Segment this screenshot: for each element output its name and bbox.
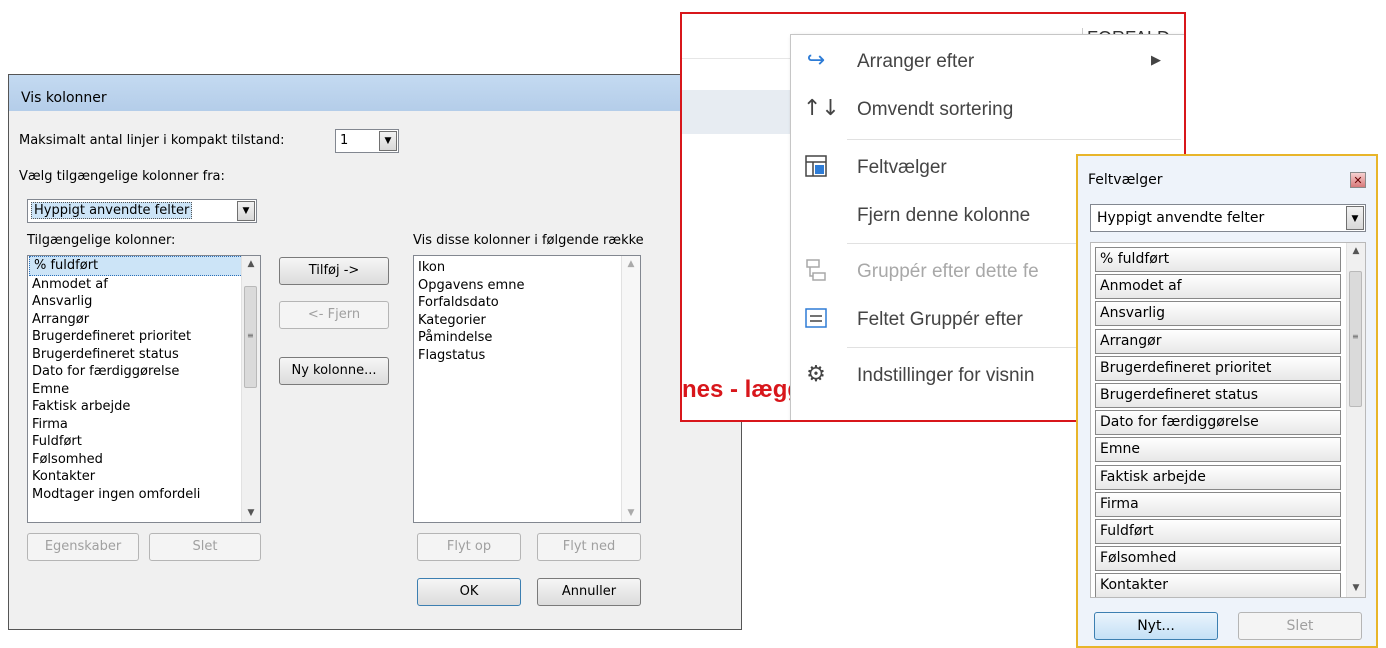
arrange-icon: ↪: [806, 48, 826, 73]
dialog-title: Vis kolonner: [21, 90, 107, 106]
shown-columns-list[interactable]: Ikon Opgavens emne Forfaldsdato Kategorier P…: [413, 255, 641, 523]
list-item[interactable]: Brugerdefineret prioritet: [28, 328, 260, 346]
dialog-titlebar[interactable]: Vis kolonner: [9, 75, 741, 111]
choose-from-select[interactable]: Hyppigt anvendte felter ▼: [27, 199, 257, 223]
group-by-icon: [803, 258, 829, 284]
scroll-up-icon[interactable]: ▲: [1347, 243, 1365, 260]
field-list-scrollbar[interactable]: ▲ ≡ ▼: [1346, 243, 1365, 597]
max-lines-select[interactable]: 1 ▼: [335, 129, 399, 153]
scroll-down-icon[interactable]: ▼: [242, 505, 260, 522]
list-item[interactable]: Emne: [28, 381, 260, 399]
show-columns-dialog: Vis kolonner Maksimalt antal linjer i ko…: [8, 74, 742, 630]
list-item[interactable]: Dato for færdiggørelse: [28, 363, 260, 381]
menu-item-label: Fjern denne kolonne: [857, 205, 1031, 226]
available-columns-list[interactable]: % fuldført Anmodet af Ansvarlig Arrangør Bru…: [27, 255, 261, 523]
field-chooser-icon: [803, 154, 829, 180]
list-item[interactable]: Brugerdefineret status: [28, 346, 260, 364]
list-item[interactable]: Påmindelse: [414, 329, 640, 347]
menu-item-arrange-by[interactable]: ↪ Arranger efter ▶: [791, 39, 1184, 85]
field-item[interactable]: Faktisk arbejde: [1095, 464, 1341, 490]
field-item[interactable]: Fuldført: [1095, 519, 1341, 544]
menu-item-label: Arranger efter: [857, 51, 975, 72]
list-item[interactable]: Opgavens emne: [414, 277, 640, 295]
field-item[interactable]: Emne: [1095, 437, 1341, 463]
chevron-down-icon[interactable]: ▼: [379, 131, 397, 151]
list-item[interactable]: Flagstatus: [414, 347, 640, 365]
group-by-box-icon: [803, 306, 829, 332]
menu-item-label: Feltvælger: [857, 157, 947, 178]
new-field-button[interactable]: Nyt...: [1094, 612, 1218, 640]
choose-from-value: Hyppigt anvendte felter: [31, 202, 193, 219]
field-item[interactable]: Arrangør: [1095, 328, 1341, 354]
field-item[interactable]: Kontakter: [1095, 573, 1341, 597]
ok-button[interactable]: OK: [417, 578, 521, 606]
gear-icon: ⚙: [806, 362, 826, 387]
field-item[interactable]: Følsomhed: [1095, 546, 1341, 572]
reverse-sort-icon: ↑↓: [803, 96, 840, 121]
list-item[interactable]: Anmodet af: [28, 276, 260, 294]
max-lines-label: Maksimalt antal linjer i kompakt tilstan…: [19, 133, 285, 148]
list-item[interactable]: Ikon: [414, 259, 640, 277]
list-item[interactable]: Forfaldsdato: [414, 294, 640, 312]
close-icon[interactable]: ✕: [1350, 172, 1366, 188]
field-item[interactable]: % fuldført: [1095, 247, 1341, 272]
submenu-arrow-icon: ▶: [1151, 53, 1161, 68]
new-column-button[interactable]: Ny kolonne...: [279, 357, 389, 385]
scroll-up-icon[interactable]: ▲: [622, 256, 640, 273]
choose-from-label: Vælg tilgængelige kolonner fra:: [19, 169, 225, 184]
list-item[interactable]: Følsomhed: [28, 451, 260, 469]
delete-field-button[interactable]: Slet: [1238, 612, 1362, 640]
list-item[interactable]: Ansvarlig: [28, 293, 260, 311]
move-up-button[interactable]: Flyt op: [417, 533, 521, 561]
remove-column-button[interactable]: <- Fjern: [279, 301, 389, 329]
field-item[interactable]: Brugerdefineret prioritet: [1095, 355, 1341, 381]
list-item[interactable]: Faktisk arbejde: [28, 398, 260, 416]
list-item[interactable]: Kategorier: [414, 312, 640, 330]
scroll-up-icon[interactable]: ▲: [242, 256, 260, 273]
scroll-thumb[interactable]: ≡: [244, 286, 257, 388]
field-item[interactable]: Ansvarlig: [1095, 301, 1341, 327]
properties-button[interactable]: Egenskaber: [27, 533, 139, 561]
scroll-down-icon[interactable]: ▼: [622, 505, 640, 522]
list-item[interactable]: Fuldført: [28, 433, 260, 451]
field-item[interactable]: Brugerdefineret status: [1095, 383, 1341, 408]
list-item[interactable]: % fuldført: [29, 256, 259, 276]
chevron-down-icon[interactable]: ▼: [1346, 206, 1364, 230]
field-item[interactable]: Anmodet af: [1095, 274, 1341, 300]
add-column-button[interactable]: Tilføj ->: [279, 257, 389, 285]
field-list[interactable]: % fuldført Anmodet af Ansvarlig Arrangør Bru…: [1090, 242, 1366, 598]
shown-columns-label: Vis disse kolonner i følgende række: [413, 233, 644, 248]
menu-item-label: Omvendt sortering: [857, 99, 1014, 120]
move-down-button[interactable]: Flyt ned: [537, 533, 641, 561]
menu-separator: [847, 139, 1181, 140]
scroll-down-icon[interactable]: ▼: [1347, 580, 1365, 597]
cancel-button[interactable]: Annuller: [537, 578, 641, 606]
list-item[interactable]: Kontakter: [28, 468, 260, 486]
menu-item-reverse-sort[interactable]: ↑↓ Omvendt sortering: [791, 87, 1184, 133]
scroll-thumb[interactable]: ≡: [1349, 271, 1362, 407]
menu-item-label: Feltet Gruppér efter: [857, 309, 1023, 330]
field-chooser-title: Feltvælger: [1088, 172, 1163, 188]
max-lines-value: 1: [340, 133, 349, 148]
chevron-down-icon[interactable]: ▼: [237, 201, 255, 221]
available-scrollbar[interactable]: ▲ ≡ ▼: [241, 256, 260, 522]
list-item[interactable]: Arrangør: [28, 311, 260, 329]
menu-item-label: Gruppér efter dette fe: [857, 261, 1039, 282]
field-category-select[interactable]: Hyppigt anvendte felter ▼: [1090, 204, 1366, 232]
list-item[interactable]: Modtager ingen omfordeli: [28, 486, 260, 504]
available-columns-label: Tilgængelige kolonner:: [27, 233, 176, 248]
shown-scrollbar[interactable]: ▲ ▼: [621, 256, 640, 522]
field-chooser-window: Feltvælger ✕ Hyppigt anvendte felter ▼ %…: [1076, 154, 1378, 648]
list-item[interactable]: Firma: [28, 416, 260, 434]
delete-button[interactable]: Slet: [149, 533, 261, 561]
field-item[interactable]: Firma: [1095, 491, 1341, 517]
menu-item-label: Indstillinger for visnin: [857, 365, 1035, 386]
field-category-value: Hyppigt anvendte felter: [1097, 210, 1265, 226]
field-item[interactable]: Dato for færdiggørelse: [1095, 410, 1341, 436]
